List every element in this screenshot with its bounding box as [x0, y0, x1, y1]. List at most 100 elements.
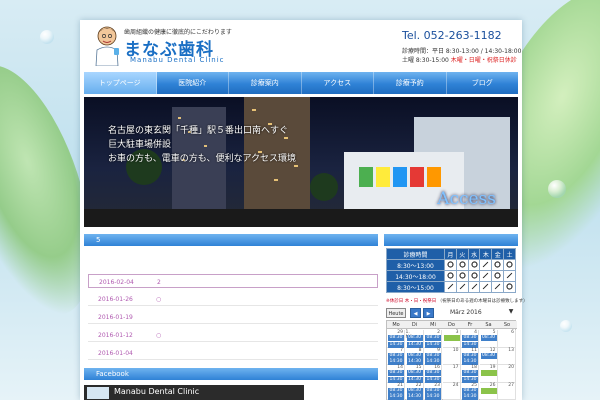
- nav-about-clinic[interactable]: 医院紹介: [157, 72, 229, 94]
- open-circle-icon: [494, 271, 501, 279]
- news-list: 2016-02-04 2 2016-01-26 ○ 2016-01-19 201…: [84, 250, 378, 378]
- calendar-day-cell[interactable]: 5 08:30: [479, 330, 498, 348]
- calendar-holiday-event[interactable]: [480, 370, 497, 376]
- calendar-event[interactable]: 08:30: [480, 352, 497, 359]
- schedule-mark: [491, 259, 505, 271]
- news-date: 2016-01-19: [98, 314, 133, 321]
- saturday-hours: 土曜 8:30-15:00: [402, 57, 449, 64]
- schedule-mark: [491, 270, 505, 282]
- nav-reservation[interactable]: 診療予約: [374, 72, 447, 94]
- open-circle-icon: [470, 260, 478, 268]
- calendar-event[interactable]: 08:30: [406, 370, 423, 376]
- calendar-day-cell[interactable]: 6: [498, 330, 516, 348]
- calendar-event[interactable]: 14:30: [462, 394, 478, 400]
- news-item[interactable]: 2016-01-26 ○: [88, 292, 378, 306]
- calendar-holiday-event[interactable]: [480, 387, 497, 394]
- calendar-event[interactable]: 08:30: [406, 335, 423, 341]
- calendar-day-cell[interactable]: 17: [442, 365, 461, 383]
- calendar-weekday: So: [503, 322, 511, 328]
- calendar-day-cell[interactable]: 12 08:30: [479, 347, 498, 365]
- calendar-day-cell[interactable]: 4 08:30 14:30: [461, 330, 479, 348]
- calendar-event[interactable]: 08:30: [425, 352, 441, 359]
- calendar-event[interactable]: 08:30: [462, 387, 478, 394]
- calendar-event[interactable]: 08:30: [480, 335, 497, 341]
- calendar-day-number: 20: [508, 365, 514, 370]
- calendar-event[interactable]: 08:30: [462, 335, 478, 341]
- calendar-event[interactable]: 08:30: [425, 387, 441, 394]
- calendar-day-cell[interactable]: 14 08:30 14:30: [387, 365, 405, 383]
- closed-slash-icon: [471, 283, 477, 289]
- calendar-day-cell[interactable]: 22 08:30 14:30: [405, 382, 424, 400]
- open-circle-icon: [459, 271, 466, 279]
- nav-treatment[interactable]: 診療案内: [229, 72, 302, 94]
- calendar-day-number: 17: [452, 365, 459, 370]
- calendar-event[interactable]: 08:30: [462, 352, 478, 359]
- calendar-day-cell[interactable]: 3: [442, 330, 461, 348]
- calendar-day-cell[interactable]: 11 08:30 14:30: [461, 347, 479, 365]
- news-date: 2016-01-12: [98, 332, 133, 339]
- calendar-day-cell[interactable]: 16 08:30 14:30: [424, 365, 442, 383]
- calendar-event[interactable]: 08:30: [462, 370, 478, 376]
- calendar-event[interactable]: 08:30: [388, 370, 404, 376]
- calendar-event[interactable]: 08:30: [425, 370, 441, 376]
- news-item[interactable]: 2016-02-04 2: [88, 274, 378, 288]
- nav-access[interactable]: アクセス: [302, 72, 374, 94]
- news-item[interactable]: 2016-01-12 ○: [88, 328, 378, 342]
- calendar-day-cell[interactable]: 27: [498, 382, 516, 400]
- schedule-day: 水: [467, 248, 481, 260]
- calendar-day-cell[interactable]: 9 08:30 14:30: [424, 347, 442, 365]
- calendar-weekday: Do: [448, 322, 455, 328]
- calendar-day-cell[interactable]: 24: [442, 382, 461, 400]
- calendar-day-cell[interactable]: 7 08:30 14:30: [387, 347, 405, 365]
- closed-slash-icon: [447, 283, 454, 289]
- calendar-event[interactable]: 08:30: [388, 387, 404, 394]
- calendar-event[interactable]: 08:30: [388, 352, 404, 359]
- calendar-day-cell[interactable]: 1. März08:3014:30: [405, 330, 424, 348]
- calendar-today-button[interactable]: Heute: [386, 308, 406, 318]
- calendar-day-cell[interactable]: 29 08:30 14:30: [387, 330, 405, 348]
- calendar-event[interactable]: 14:30: [425, 394, 441, 400]
- calendar-event[interactable]: 08:30: [406, 387, 423, 394]
- calendar-day-cell[interactable]: 2 08:30 14:30: [424, 330, 442, 348]
- calendar-day-cell[interactable]: 20: [498, 365, 516, 383]
- open-circle-icon: [459, 260, 466, 268]
- news-date: 2016-01-26: [98, 296, 133, 303]
- calendar-event[interactable]: 14:30: [388, 394, 404, 400]
- facebook-widget[interactable]: Manabu Dental Clinic: [84, 385, 304, 400]
- hero-banner[interactable]: 名古屋の東玄関「千種」駅５番出口南へすぐ 巨大駐車場併設 お車の方も、電車の方も…: [84, 97, 518, 227]
- dentist-mascot-icon: [95, 26, 119, 66]
- calendar-day-cell[interactable]: 25 08:30 14:30: [461, 382, 479, 400]
- calendar-event[interactable]: 08:30: [388, 335, 404, 341]
- calendar-day-cell[interactable]: 18 08:30 14:30: [461, 365, 479, 383]
- calendar-event[interactable]: 08:30: [425, 335, 441, 341]
- calendar-day-cell[interactable]: 21 08:30 14:30: [387, 382, 405, 400]
- calendar-day-cell[interactable]: 19: [479, 365, 498, 383]
- closed-days: 木曜・日曜・祝祭日休診: [450, 57, 517, 64]
- calendar-day-cell[interactable]: 13: [498, 347, 516, 365]
- calendar-day-cell[interactable]: 26: [479, 382, 498, 400]
- nav-home[interactable]: トップページ: [84, 72, 157, 94]
- calendar-dropdown-icon[interactable]: ▼: [506, 308, 516, 318]
- page-container: 歯周組織の健康に徹底的にこだわります まなぶ歯科 Manabu Dental C…: [80, 20, 528, 400]
- news-title: ○: [156, 296, 162, 303]
- calendar-day-cell[interactable]: 15 08:30 14:30: [405, 365, 424, 383]
- news-item[interactable]: 2016-01-19: [88, 310, 378, 324]
- news-item[interactable]: 2016-01-04: [88, 346, 378, 360]
- calendar-event[interactable]: 14:30: [406, 394, 423, 400]
- news-title: 2: [157, 279, 161, 286]
- schedule-mark: [503, 281, 516, 293]
- open-circle-icon: [470, 271, 478, 279]
- calendar-prev-icon[interactable]: ◀: [410, 308, 421, 318]
- schedule-mark: [479, 259, 493, 271]
- schedule-mark: [467, 270, 481, 282]
- site-header: 歯周組織の健康に徹底的にこだわります まなぶ歯科 Manabu Dental C…: [80, 20, 522, 70]
- calendar-event[interactable]: 08:30: [406, 352, 423, 359]
- calendar-day-cell[interactable]: 8 08:30 14:30: [405, 347, 424, 365]
- calendar-weekday: Sa: [485, 322, 492, 328]
- calendar-next-icon[interactable]: ▶: [423, 308, 434, 318]
- facebook-page-name[interactable]: Manabu Dental Clinic: [114, 387, 199, 396]
- calendar-day-cell[interactable]: 10: [442, 347, 461, 365]
- nav-blog[interactable]: ブログ: [447, 72, 519, 94]
- calendar-holiday-event[interactable]: [443, 335, 460, 341]
- calendar-day-cell[interactable]: 23 08:30 14:30: [424, 382, 442, 400]
